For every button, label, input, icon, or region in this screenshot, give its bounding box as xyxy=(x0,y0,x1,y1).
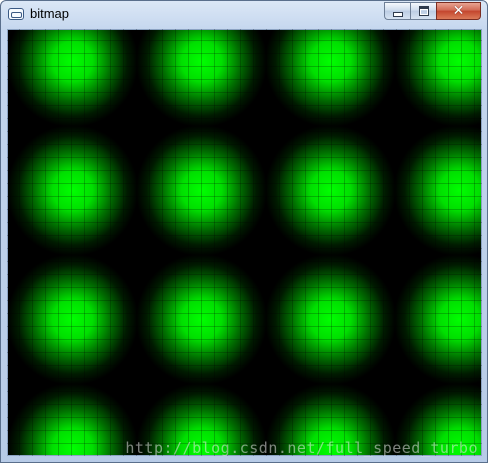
close-icon: ✕ xyxy=(452,3,465,19)
bitmap-canvas[interactable] xyxy=(7,29,482,456)
watermark-text: http://blog.csdn.net/full_speed_turbo xyxy=(125,439,478,457)
app-window-icon[interactable] xyxy=(8,8,24,20)
maximize-button[interactable] xyxy=(410,2,436,20)
close-button[interactable]: ✕ xyxy=(436,2,481,20)
title-bar[interactable]: bitmap ✕ xyxy=(1,1,487,29)
minimize-button[interactable] xyxy=(384,2,410,20)
window-title: bitmap xyxy=(30,6,70,21)
minimize-icon xyxy=(392,11,403,17)
maximize-icon xyxy=(418,6,429,16)
window-controls: ✕ xyxy=(384,2,481,20)
